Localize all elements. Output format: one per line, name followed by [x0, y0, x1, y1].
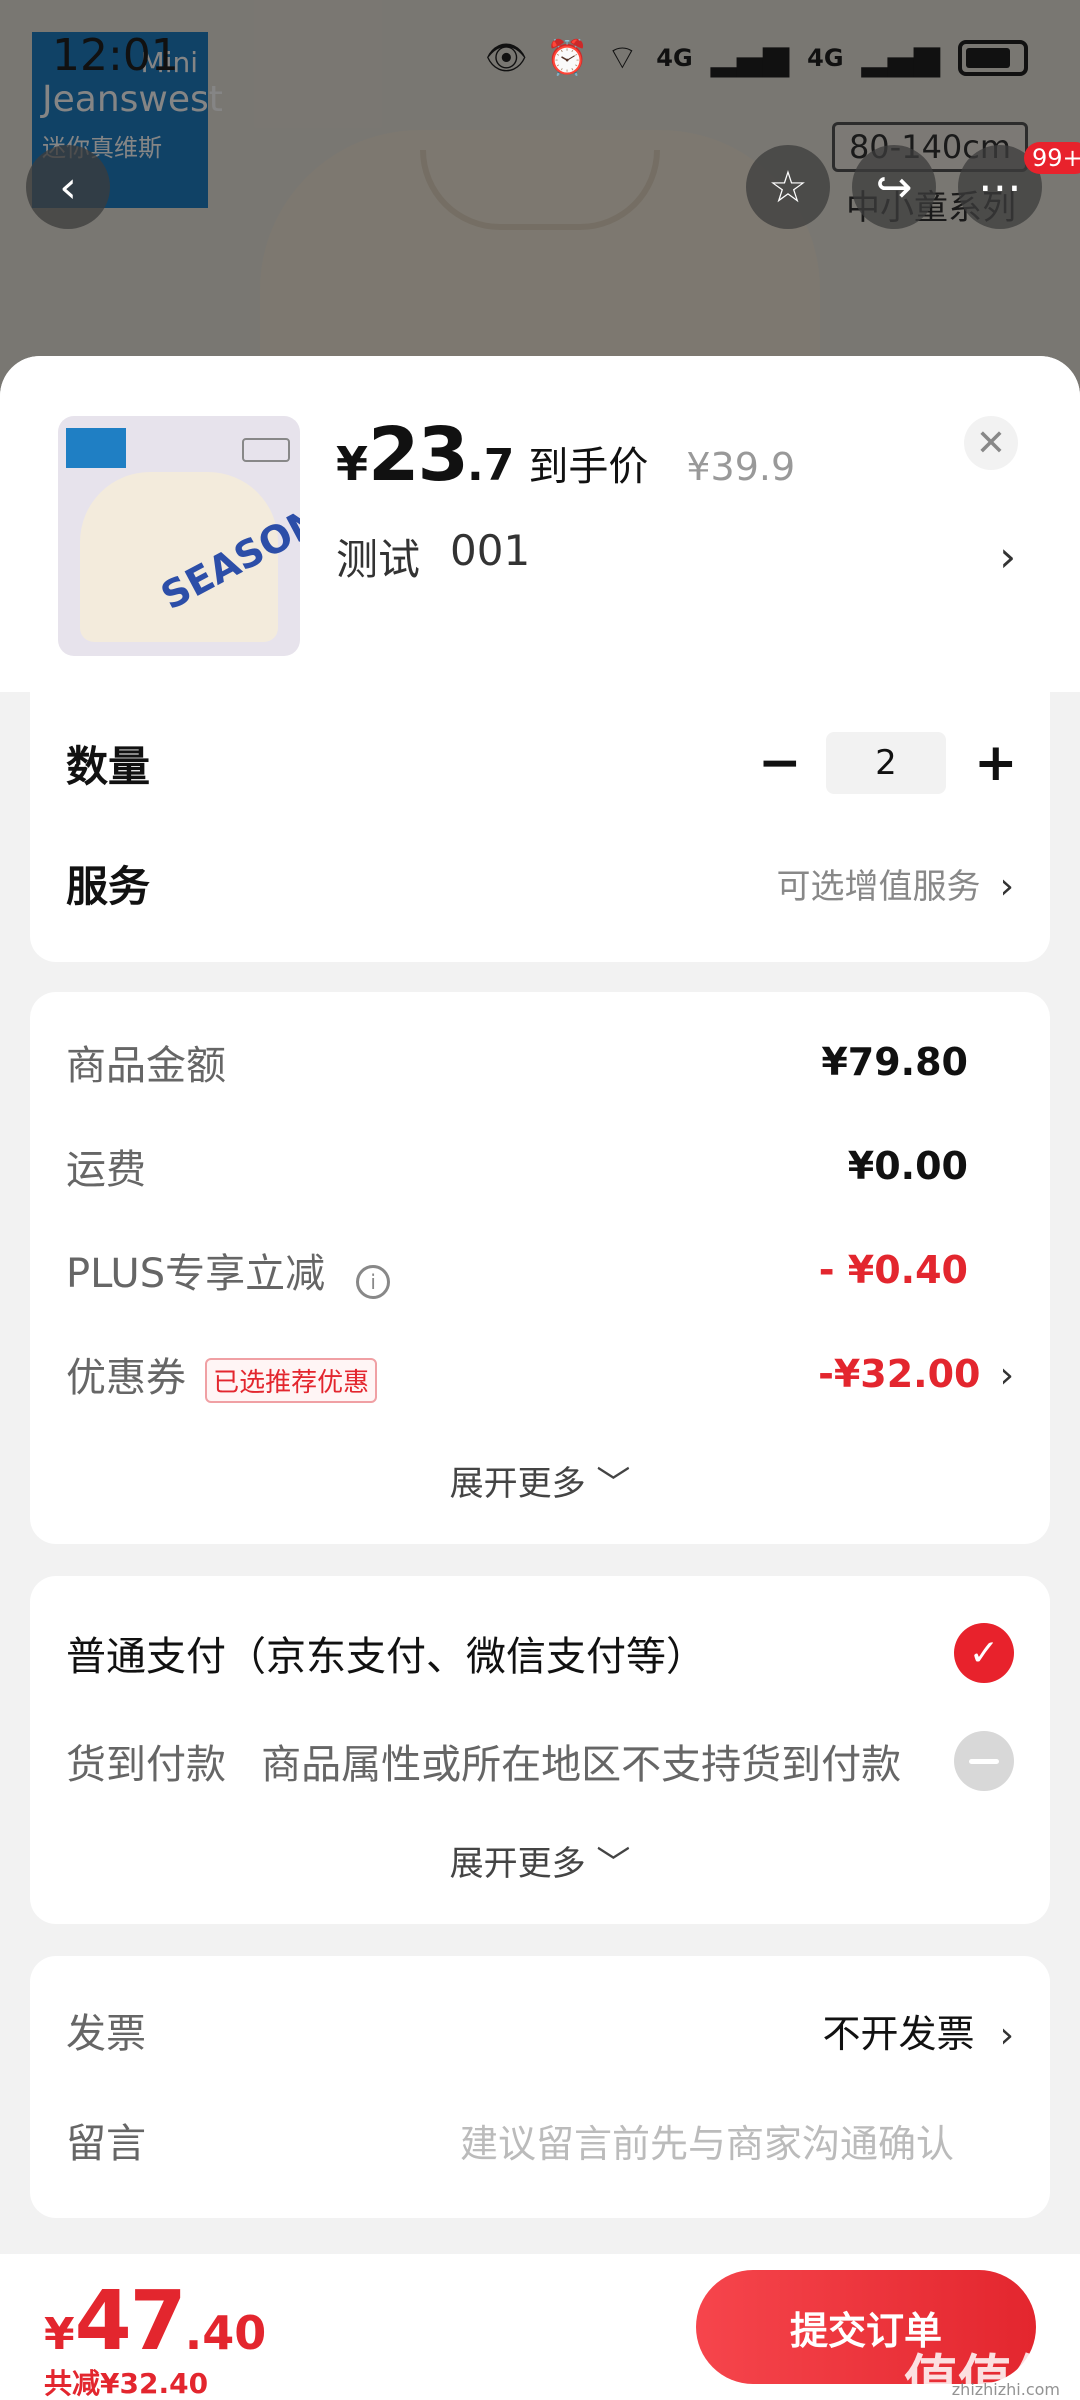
quantity-label: 数量	[66, 741, 151, 791]
thumb-size-tag	[242, 438, 290, 462]
plus-discount-label: PLUS专享立减	[66, 1250, 326, 1297]
payment-card: 普通支付（京东支付、微信支付等） ✓ 货到付款 商品属性或所在地区不支持货到付款…	[30, 1576, 1050, 1924]
thumb-brand-tag	[66, 428, 126, 468]
total-saved: 共减¥32.40	[44, 2367, 209, 2400]
price-label: 到手价	[528, 444, 649, 490]
chevron-left-icon: ‹	[59, 161, 77, 213]
decrease-button[interactable]: −	[758, 733, 802, 793]
share-icon: ↪	[875, 161, 913, 213]
expand-payment-button[interactable]: 展开更多 ﹀	[30, 1836, 1050, 1885]
increase-button[interactable]: +	[974, 733, 1018, 793]
price-integer: 23	[368, 412, 469, 498]
wifi-icon: ⌔	[606, 38, 639, 78]
chevron-right-icon: ›	[999, 865, 1014, 907]
invoice-label: 发票	[66, 2011, 146, 2057]
expand-costs-button[interactable]: 展开更多 ﹀	[30, 1456, 1050, 1505]
total-integer: 47	[74, 2274, 187, 2369]
coupon-label: 优惠券	[66, 1355, 186, 1401]
spec-selector[interactable]: 测试 001 ›	[336, 526, 1016, 587]
goods-amount-value: ¥79.80	[821, 1040, 968, 1084]
coupon-tag: 已选推荐优惠	[205, 1358, 378, 1403]
quantity-input[interactable]: 2	[826, 732, 946, 794]
star-icon: ☆	[768, 161, 808, 213]
more-badge: 99+	[1024, 142, 1080, 174]
check-icon[interactable]: ✓	[954, 1623, 1014, 1683]
chevron-right-icon: ›	[999, 1355, 1014, 1396]
watermark-url: zhizhizhi.com	[951, 2380, 1060, 2399]
total-decimal: .40	[184, 2306, 267, 2360]
product-thumbnail[interactable]: SEASON	[58, 416, 300, 656]
normal-payment-label: 普通支付（京东支付、微信支付等）	[66, 1634, 706, 1680]
price-symbol: ¥	[336, 437, 369, 491]
cost-card: 商品金额 ¥79.80 运费 ¥0.00 PLUS专享立减 i - ¥0.40 …	[30, 992, 1050, 1544]
sheet-header: SEASON ¥ 23 .7 到手价 ¥39.9 ✕ 测试 001 ›	[0, 356, 1080, 692]
disabled-icon	[954, 1731, 1014, 1791]
original-price: ¥39.9	[686, 445, 796, 489]
status-icons: 👁 ⏰ ⌔ 4G ▂▄▆ 4G ▂▄▆	[485, 36, 1028, 79]
spec-name: 测试	[336, 535, 421, 584]
info-icon[interactable]: i	[356, 1265, 391, 1300]
status-bar: 12:01 👁 ⏰ ⌔ 4G ▂▄▆ 4G ▂▄▆	[0, 0, 1080, 110]
price-decimal: .7	[467, 440, 515, 491]
spec-code: 001	[450, 526, 531, 575]
plus-discount-row: PLUS专享立减 i - ¥0.40	[66, 1242, 1014, 1300]
goods-amount-row: 商品金额 ¥79.80	[66, 1034, 1014, 1090]
quantity-stepper: − 2 +	[758, 732, 1018, 794]
close-icon: ✕	[975, 422, 1007, 464]
cod-row: 货到付款 商品属性或所在地区不支持货到付款	[66, 1730, 1014, 1792]
chevron-right-icon: ›	[999, 2014, 1014, 2056]
favorite-button[interactable]: ☆	[746, 145, 830, 229]
back-button[interactable]: ‹	[26, 145, 110, 229]
coupon-value: -¥32.00	[818, 1352, 981, 1396]
signal-label-2: 4G	[807, 43, 844, 72]
quantity-row: 数量 − 2 +	[66, 732, 1018, 794]
note-row[interactable]: 留言 建议留言前先与商家沟通确认	[66, 2110, 1014, 2170]
shipping-label: 运费	[66, 1147, 146, 1193]
coupon-row[interactable]: 优惠券 已选推荐优惠 -¥32.00 ›	[66, 1346, 1014, 1403]
cod-label: 货到付款	[66, 1742, 226, 1788]
invoice-row[interactable]: 发票 不开发票 ›	[66, 2000, 1014, 2060]
service-row[interactable]: 服务 可选增值服务 ›	[66, 852, 1014, 914]
service-value: 可选增值服务	[776, 866, 981, 907]
alarm-icon: ⏰	[545, 37, 589, 78]
signal-icon: ▂▄▆	[710, 37, 790, 78]
signal-icon-2: ▂▄▆	[861, 37, 940, 78]
eye-icon: 👁	[484, 37, 528, 78]
close-button[interactable]: ✕	[964, 416, 1018, 470]
status-time: 12:01	[52, 30, 179, 81]
shipping-row: 运费 ¥0.00	[66, 1138, 1014, 1194]
total-price: ¥ 47 .40	[44, 2274, 266, 2369]
share-button[interactable]: ↪	[852, 145, 936, 229]
service-label: 服务	[66, 861, 151, 911]
plus-discount-value: - ¥0.40	[818, 1248, 968, 1292]
normal-payment-row[interactable]: 普通支付（京东支付、微信支付等） ✓	[66, 1622, 1014, 1684]
goods-amount-label: 商品金额	[66, 1043, 226, 1089]
note-label: 留言	[66, 2121, 146, 2167]
invoice-note-card: 发票 不开发票 › 留言 建议留言前先与商家沟通确认	[30, 1956, 1050, 2218]
cod-note: 商品属性或所在地区不支持货到付款	[261, 1742, 902, 1788]
note-input[interactable]: 建议留言前先与商家沟通确认	[460, 2113, 954, 2168]
more-icon: ⋯	[978, 161, 1022, 213]
signal-label-1: 4G	[656, 43, 693, 72]
chevron-right-icon: ›	[999, 532, 1016, 581]
quantity-service-card: 数量 − 2 + 服务 可选增值服务 ›	[30, 692, 1050, 962]
price-row: ¥ 23 .7 到手价 ¥39.9	[336, 412, 795, 498]
invoice-value: 不开发票	[822, 2011, 975, 2056]
total-symbol: ¥	[44, 2309, 75, 2360]
shipping-value: ¥0.00	[847, 1144, 968, 1188]
battery-icon	[958, 39, 1028, 76]
